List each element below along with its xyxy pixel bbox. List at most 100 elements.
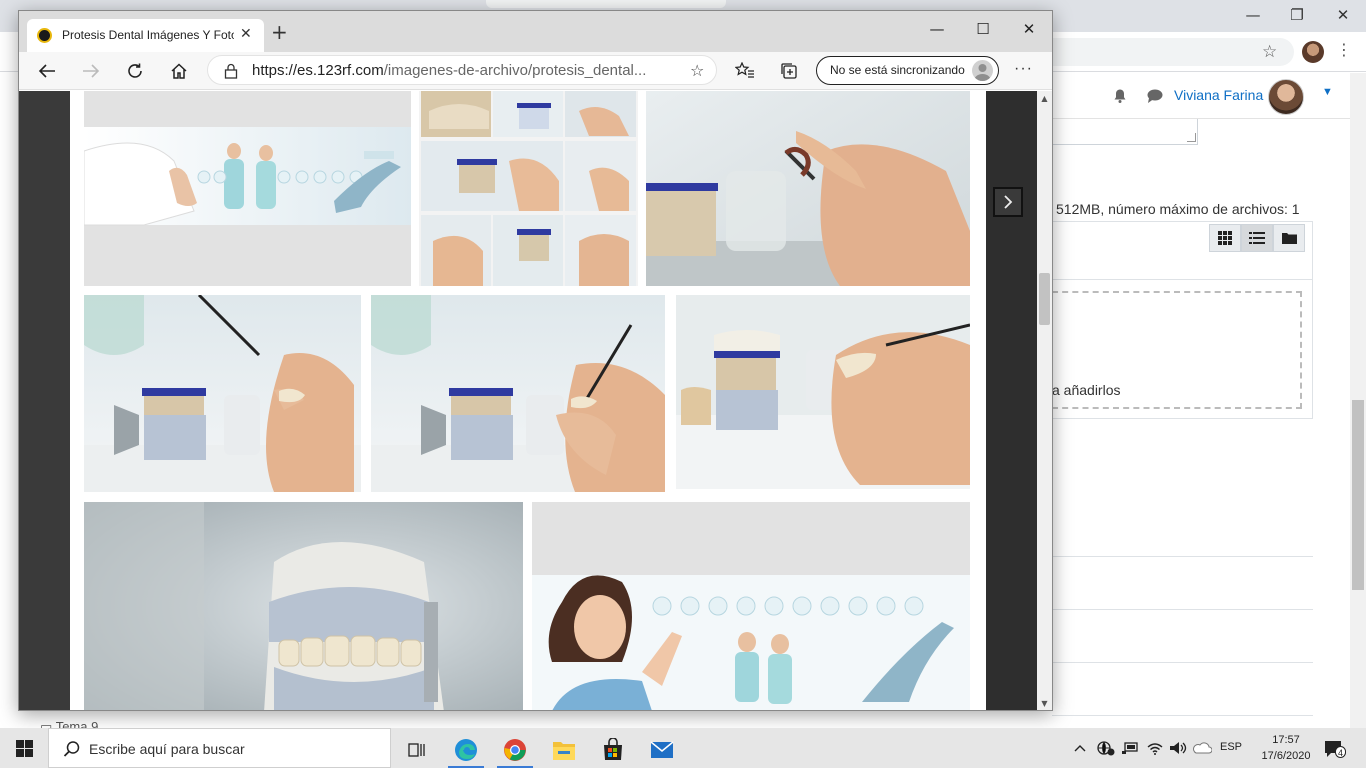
windows-taskbar: Escribe aquí para buscar ESP 17:57 17/6/… xyxy=(0,728,1366,768)
background-textarea[interactable] xyxy=(1052,119,1198,145)
start-button[interactable] xyxy=(0,728,48,768)
chat-icon[interactable] xyxy=(1146,88,1164,104)
new-tab-button[interactable]: + xyxy=(271,22,288,42)
view-icons-button[interactable] xyxy=(1209,224,1241,252)
action-center-button[interactable]: 4 xyxy=(1322,737,1346,761)
lock-icon[interactable] xyxy=(224,63,238,79)
image-gallery-modal xyxy=(70,91,986,710)
minimize-icon[interactable]: — xyxy=(914,16,960,42)
background-bookmark-star-icon[interactable]: ☆ xyxy=(1262,42,1277,62)
volume-icon[interactable] xyxy=(1166,728,1190,768)
url-host: https://es.123rf.com xyxy=(252,62,384,79)
user-avatar[interactable] xyxy=(1268,79,1304,115)
page-scrollbar-thumb[interactable] xyxy=(1039,273,1050,325)
onedrive-cloud-icon[interactable] xyxy=(1190,728,1214,768)
home-button[interactable] xyxy=(165,58,193,84)
image-dentist-touchscreen xyxy=(84,91,411,286)
textarea-resize-handle-icon[interactable] xyxy=(1187,133,1196,142)
background-scrollbar-thumb[interactable] xyxy=(1352,400,1364,590)
gallery-image[interactable] xyxy=(532,502,970,710)
background-browser-tab[interactable] xyxy=(486,0,726,8)
bell-icon[interactable] xyxy=(1112,88,1128,104)
background-address-bar[interactable] xyxy=(1040,38,1294,66)
search-icon xyxy=(63,741,80,757)
show-hidden-icons-chevron-up-icon[interactable] xyxy=(1070,728,1090,768)
sync-status-label: No se está sincronizando xyxy=(830,63,965,77)
task-view-button[interactable] xyxy=(392,732,440,768)
gallery-image[interactable] xyxy=(84,295,361,492)
user-name[interactable]: Viviana Farina xyxy=(1174,87,1263,103)
back-button[interactable] xyxy=(33,58,61,84)
dropzone-hint: a añadirlos xyxy=(1052,382,1121,398)
image-technician-model-1 xyxy=(84,295,361,492)
refresh-icon xyxy=(128,63,142,78)
microsoft-store-icon xyxy=(604,738,622,760)
site-favicon-icon xyxy=(37,28,52,43)
wifi-icon[interactable] xyxy=(1143,728,1167,768)
gallery-image[interactable] xyxy=(646,91,970,286)
task-view-icon xyxy=(408,743,425,757)
user-menu-caret-icon[interactable]: ▼ xyxy=(1322,86,1333,98)
gallery-image[interactable] xyxy=(84,91,411,286)
input-language[interactable]: ESP xyxy=(1220,741,1242,753)
view-list-button[interactable] xyxy=(1241,224,1273,252)
background-close-icon[interactable]: ✕ xyxy=(1320,4,1366,26)
taskbar-store[interactable] xyxy=(589,732,637,768)
image-technician-model-2 xyxy=(371,295,665,492)
image-plaster-model-closeup xyxy=(84,502,523,710)
page-scrollbar[interactable] xyxy=(1037,91,1052,710)
tab-close-icon[interactable]: ✕ xyxy=(240,26,252,42)
forward-arrow-icon xyxy=(83,64,100,78)
favorites-button[interactable] xyxy=(731,58,759,84)
gallery-image[interactable] xyxy=(419,91,638,286)
scroll-up-arrow-icon[interactable]: ▲ xyxy=(1037,91,1052,106)
taskbar-search-box[interactable]: Escribe aquí para buscar xyxy=(48,728,391,768)
add-favorite-star-icon[interactable]: ☆ xyxy=(690,61,704,80)
folder-icon xyxy=(1281,233,1297,244)
taskbar-edge[interactable] xyxy=(442,732,490,768)
maximize-icon[interactable]: ☐ xyxy=(960,16,1006,42)
gallery-image[interactable] xyxy=(371,295,665,492)
url-path: /imagenes-de-archivo/protesis_dental... xyxy=(383,62,647,79)
collections-button[interactable] xyxy=(775,58,803,84)
battery-icon[interactable] xyxy=(1118,728,1142,768)
forward-button[interactable] xyxy=(77,58,105,84)
notification-count: 4 xyxy=(1335,746,1346,758)
close-icon[interactable]: ✕ xyxy=(1006,16,1052,42)
background-restore-icon[interactable]: ❐ xyxy=(1274,4,1320,26)
edge-browser-icon xyxy=(455,739,477,761)
home-icon xyxy=(171,63,187,79)
address-bar[interactable]: https://es.123rf.com/imagenes-de-archivo… xyxy=(207,55,717,85)
clock-date: 17/6/2020 xyxy=(1261,750,1311,762)
settings-more-icon[interactable]: ··· xyxy=(1014,60,1033,78)
network-status-icon[interactable] xyxy=(1094,728,1118,768)
taskbar-clock[interactable]: 17:57 17/6/2020 xyxy=(1256,732,1316,764)
edge-tab[interactable]: Protesis Dental Imágenes Y Fotos ✕ xyxy=(27,19,264,52)
sync-status-button[interactable]: No se está sincronizando xyxy=(816,56,999,85)
taskbar-file-explorer[interactable] xyxy=(540,732,588,768)
modal-backdrop-right xyxy=(986,91,1037,710)
search-placeholder: Escribe aquí para buscar xyxy=(89,741,245,757)
divider xyxy=(1052,556,1313,557)
background-profile-avatar[interactable] xyxy=(1302,41,1324,63)
background-minimize-icon[interactable]: — xyxy=(1230,4,1276,26)
url-text[interactable]: https://es.123rf.com/imagenes-de-archivo… xyxy=(252,62,682,79)
profile-avatar-icon xyxy=(972,60,993,81)
chrome-browser-icon xyxy=(504,739,526,761)
tab-title: Protesis Dental Imágenes Y Fotos xyxy=(62,28,234,42)
next-image-button[interactable] xyxy=(993,187,1023,217)
image-technician-modeling-teeth xyxy=(676,295,970,489)
taskbar-mail[interactable] xyxy=(638,732,686,768)
list-icon xyxy=(1249,232,1265,244)
background-bottom-strip xyxy=(18,710,1052,728)
view-tree-button[interactable] xyxy=(1273,224,1305,252)
refresh-button[interactable] xyxy=(121,58,149,84)
taskbar-chrome[interactable] xyxy=(491,732,539,768)
collections-icon xyxy=(781,63,797,79)
gallery-image[interactable] xyxy=(84,502,523,710)
scroll-down-arrow-icon[interactable]: ▼ xyxy=(1037,696,1052,710)
image-smiling-woman-pointing xyxy=(532,502,970,710)
background-menu-icon[interactable]: ⋮ xyxy=(1336,40,1352,59)
divider xyxy=(1052,662,1313,663)
gallery-image[interactable] xyxy=(676,295,970,489)
